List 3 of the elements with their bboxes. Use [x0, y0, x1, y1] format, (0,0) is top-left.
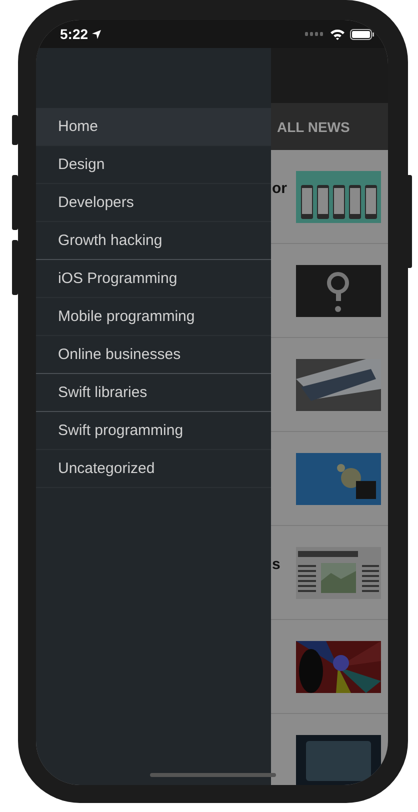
article-title: or: [272, 180, 287, 197]
status-time: 5:22: [60, 26, 102, 42]
article-title: s: [272, 556, 280, 573]
